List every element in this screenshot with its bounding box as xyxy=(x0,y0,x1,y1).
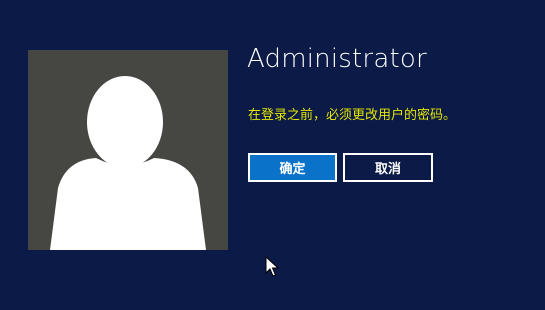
cancel-button[interactable]: 取消 xyxy=(343,153,433,182)
ok-button[interactable]: 确定 xyxy=(248,153,337,182)
login-screen: Administrator 在登录之前，必须更改用户的密码。 确定 取消 xyxy=(0,0,545,310)
user-silhouette-icon xyxy=(50,76,206,250)
user-avatar xyxy=(28,50,228,250)
password-change-message: 在登录之前，必须更改用户的密码。 xyxy=(248,108,457,123)
username-label: Administrator xyxy=(247,44,427,74)
mouse-pointer-icon xyxy=(265,256,279,277)
